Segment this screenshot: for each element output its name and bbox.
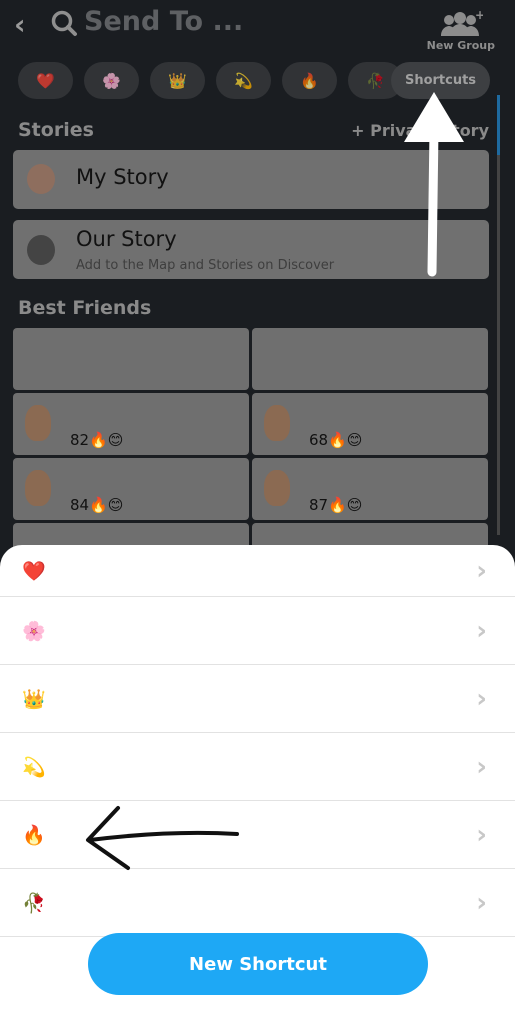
shortcuts-button[interactable]: Shortcuts (391, 62, 490, 99)
streak-count: 87🔥😊 (309, 496, 363, 514)
streak-count: 84🔥😊 (70, 496, 124, 514)
new-group-button[interactable]: + New Group (426, 8, 495, 52)
best-friends-heading: Best Friends (18, 297, 152, 319)
shortcut-row-fire[interactable]: 🔥 › (0, 801, 515, 869)
chip-crown[interactable]: 👑 (150, 62, 205, 99)
crown-icon: 👑 (22, 688, 46, 710)
shortcut-row-crown[interactable]: 👑 › (0, 665, 515, 733)
shortcut-row-flower[interactable]: 🌸 › (0, 597, 515, 665)
avatar (27, 164, 55, 194)
friend-item[interactable] (13, 328, 249, 390)
new-shortcut-button[interactable]: New Shortcut (88, 933, 428, 995)
dizzy-icon: 💫 (22, 756, 46, 778)
new-group-label: New Group (426, 39, 495, 52)
chevron-right-icon: › (476, 615, 487, 646)
search-input[interactable]: Send To ... (84, 6, 243, 37)
fire-icon: 🔥 (22, 824, 46, 846)
avatar (25, 470, 51, 506)
chip-fire[interactable]: 🔥 (282, 62, 337, 99)
avatar (264, 470, 290, 506)
our-story-subtitle: Add to the Map and Stories on Discover (76, 258, 335, 273)
my-story-item[interactable]: My Story (13, 150, 489, 209)
chevron-right-icon: › (476, 887, 487, 918)
send-to-screen: ‹ Send To ... + New Group ❤️ 🌸 👑 💫 🔥 🥀 S… (0, 0, 515, 585)
streak-count: 82🔥😊 (70, 431, 124, 449)
our-story-label: Our Story (76, 227, 177, 251)
stories-heading: Stories (18, 119, 94, 141)
heart-icon: ❤️ (22, 560, 46, 582)
chevron-right-icon: › (476, 751, 487, 782)
globe-icon (27, 235, 55, 265)
avatar (25, 405, 51, 441)
chevron-right-icon: › (476, 555, 487, 586)
scrollbar[interactable] (497, 95, 500, 535)
chip-heart[interactable]: ❤️ (18, 62, 73, 99)
chevron-right-icon: › (476, 819, 487, 850)
private-story-button[interactable]: + Private Story (351, 121, 489, 140)
back-button[interactable]: ‹ (14, 8, 26, 41)
chip-dizzy[interactable]: 💫 (216, 62, 271, 99)
flower-icon: 🌸 (22, 620, 46, 642)
chip-flower[interactable]: 🌸 (84, 62, 139, 99)
shortcut-row-rose[interactable]: 🥀 › (0, 869, 515, 937)
friend-item[interactable] (252, 328, 488, 390)
friend-item[interactable]: 84🔥😊 (13, 458, 249, 520)
friend-item[interactable]: 87🔥😊 (252, 458, 488, 520)
friend-item[interactable]: 68🔥😊 (252, 393, 488, 455)
group-add-icon: + (440, 8, 485, 36)
search-icon[interactable] (50, 9, 78, 37)
shortcut-row-heart[interactable]: ❤️ › (0, 545, 515, 597)
rose-icon: 🥀 (22, 892, 46, 914)
svg-text:+: + (475, 10, 483, 22)
chevron-right-icon: › (476, 683, 487, 714)
shortcut-row-dizzy[interactable]: 💫 › (0, 733, 515, 801)
our-story-item[interactable]: Our Story Add to the Map and Stories on … (13, 220, 489, 279)
my-story-label: My Story (76, 165, 169, 189)
streak-count: 68🔥😊 (309, 431, 363, 449)
avatar (264, 405, 290, 441)
friend-item[interactable]: 82🔥😊 (13, 393, 249, 455)
